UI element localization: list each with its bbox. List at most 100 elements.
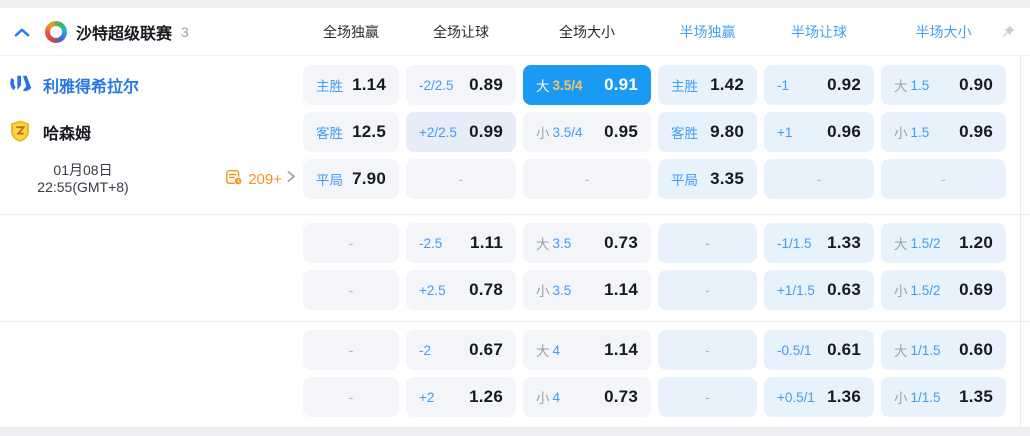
- odds-cell[interactable]: 大 1.5 0.90: [881, 65, 1006, 105]
- odds-cell[interactable]: -2 0.67: [406, 330, 516, 370]
- odds-label: 小 1.5/2: [894, 280, 941, 300]
- line-value: 4: [552, 342, 561, 358]
- left-spacer: [0, 330, 296, 417]
- odds-cell[interactable]: 小 4 0.73: [523, 377, 651, 417]
- odds-label: 客胜: [671, 126, 698, 141]
- odds-cell[interactable]: -1/1.5 1.33: [764, 223, 874, 263]
- league-title: 沙特超级联赛: [76, 25, 173, 43]
- odds-cell[interactable]: 客胜 9.80: [658, 112, 757, 152]
- odds-label: 平局: [316, 173, 343, 188]
- odds-value: 1.42: [710, 75, 744, 94]
- more-markets-button[interactable]: 209+: [225, 168, 296, 191]
- odds-label: 大 3.5: [536, 233, 571, 253]
- match-datetime: 01月08日 22:55(GMT+8): [8, 162, 158, 196]
- odds-value: 1.35: [959, 387, 993, 406]
- odds-cell[interactable]: 客胜 12.5: [303, 112, 399, 152]
- odds-cell-changed[interactable]: +2/2.5 0.99: [406, 112, 516, 152]
- odds-label: +0.5/1: [777, 389, 815, 405]
- odds-cell[interactable]: +1 0.96: [764, 112, 874, 152]
- empty-odds-dash: -: [584, 171, 590, 187]
- away-team-row: 哈森姆: [8, 112, 296, 152]
- odds-label: -0.5/1: [777, 342, 812, 358]
- over-prefix: 大: [536, 79, 550, 94]
- line-value: 4: [552, 389, 561, 405]
- league-logo-icon: [45, 20, 67, 43]
- odds-cell[interactable]: -2.5 1.11: [406, 223, 516, 263]
- odds-cell[interactable]: +0.5/1 1.36: [764, 377, 874, 417]
- odds-cell[interactable]: 主胜 1.42: [658, 65, 757, 105]
- over-prefix: 大: [536, 344, 550, 359]
- home-team-logo-icon: [8, 72, 34, 98]
- odds-value: 1.14: [604, 280, 638, 299]
- line-value: 1.5/2: [910, 282, 941, 298]
- odds-cell[interactable]: 小 1.5 0.96: [881, 112, 1006, 152]
- odds-value: 0.99: [469, 122, 503, 141]
- odds-value: 0.60: [959, 340, 993, 359]
- collapse-chevron-up-icon[interactable]: [14, 26, 30, 38]
- odds-cell[interactable]: 大 3.5 0.73: [523, 223, 651, 263]
- empty-odds-dash: -: [348, 235, 354, 251]
- odds-cell[interactable]: -1 0.92: [764, 65, 874, 105]
- odds-value: 1.14: [604, 340, 638, 359]
- odds-label: -2: [419, 342, 432, 358]
- odds-value: 0.96: [827, 122, 861, 141]
- odds-cell[interactable]: 大 4 1.14: [523, 330, 651, 370]
- odds-cell[interactable]: 小 3.5/4 0.95: [523, 112, 651, 152]
- odds-label: +2.5: [419, 282, 446, 298]
- column-header-ht-over-under: 半场大小: [915, 23, 972, 40]
- odds-cell-empty: -: [881, 159, 1006, 199]
- odds-cell[interactable]: -0.5/1 0.61: [764, 330, 874, 370]
- odds-value: 0.89: [469, 75, 503, 94]
- chevron-right-icon: [286, 170, 296, 188]
- empty-odds-dash: -: [348, 282, 354, 298]
- odds-cell[interactable]: +2 1.26: [406, 377, 516, 417]
- column-header-ft-1x2: 全场独赢: [323, 23, 379, 40]
- line-value: 1/1.5: [910, 389, 941, 405]
- odds-cell[interactable]: +1/1.5 0.63: [764, 270, 874, 310]
- over-prefix: 大: [894, 79, 908, 94]
- odds-cell[interactable]: 平局 3.35: [658, 159, 757, 199]
- odds-cell[interactable]: 平局 7.90: [303, 159, 399, 199]
- empty-odds-dash: -: [348, 389, 354, 405]
- empty-odds-dash: -: [705, 389, 710, 405]
- under-prefix: 小: [536, 391, 550, 406]
- odds-label: 小 1/1.5: [894, 387, 941, 407]
- line-value: 1.5/2: [910, 235, 941, 251]
- pin-icon[interactable]: [1000, 24, 1016, 45]
- main-odds-section: 利雅得希拉尔 哈森姆 01月08日 22:55(GMT+8) 209+ 主胜 1…: [0, 56, 1030, 214]
- odds-value: 0.90: [959, 75, 993, 94]
- tertiary-odds-section: - -2 0.67 大 4 1.14 - -0.5/1 0.61 大 1/1.5…: [0, 322, 1030, 427]
- odds-cell[interactable]: 主胜 1.14: [303, 65, 399, 105]
- odds-cell[interactable]: 大 1/1.5 0.60: [881, 330, 1006, 370]
- odds-cell-empty: -: [406, 159, 516, 199]
- odds-cell[interactable]: 小 1/1.5 1.35: [881, 377, 1006, 417]
- more-markets-count: 209+: [248, 170, 282, 188]
- odds-cell[interactable]: -2/2.5 0.89: [406, 65, 516, 105]
- empty-odds-dash: -: [458, 171, 464, 187]
- odds-value: 0.78: [469, 280, 503, 299]
- odds-cell-empty: -: [303, 223, 399, 263]
- column-header-ht-1x2: 半场独赢: [679, 23, 736, 40]
- empty-odds-dash: -: [348, 342, 354, 358]
- line-value: 1/1.5: [910, 342, 941, 358]
- odds-label: 小 3.5: [536, 280, 571, 300]
- odds-cell[interactable]: +2.5 0.78: [406, 270, 516, 310]
- odds-cell-empty: -: [658, 330, 757, 370]
- odds-cell[interactable]: 小 1.5/2 0.69: [881, 270, 1006, 310]
- empty-odds-dash: -: [816, 171, 822, 187]
- odds-cell-empty: -: [303, 377, 399, 417]
- under-prefix: 小: [536, 126, 550, 141]
- odds-label: +2/2.5: [419, 124, 457, 140]
- line-value: 1.5: [910, 77, 930, 93]
- odds-label: 平局: [671, 173, 698, 188]
- odds-label: 大 3.5/4: [536, 75, 583, 95]
- odds-label: +1: [777, 124, 793, 140]
- odds-cell[interactable]: 大 1.5/2 1.20: [881, 223, 1006, 263]
- odds-cell-selected[interactable]: 大 3.5/4 0.91: [523, 65, 651, 105]
- odds-label: -1: [777, 77, 790, 93]
- odds-label: 主胜: [316, 79, 343, 94]
- match-info-panel: 利雅得希拉尔 哈森姆 01月08日 22:55(GMT+8) 209+: [0, 65, 296, 199]
- odds-label: 客胜: [316, 126, 343, 141]
- odds-cell[interactable]: 小 3.5 1.14: [523, 270, 651, 310]
- empty-odds-dash: -: [705, 235, 710, 251]
